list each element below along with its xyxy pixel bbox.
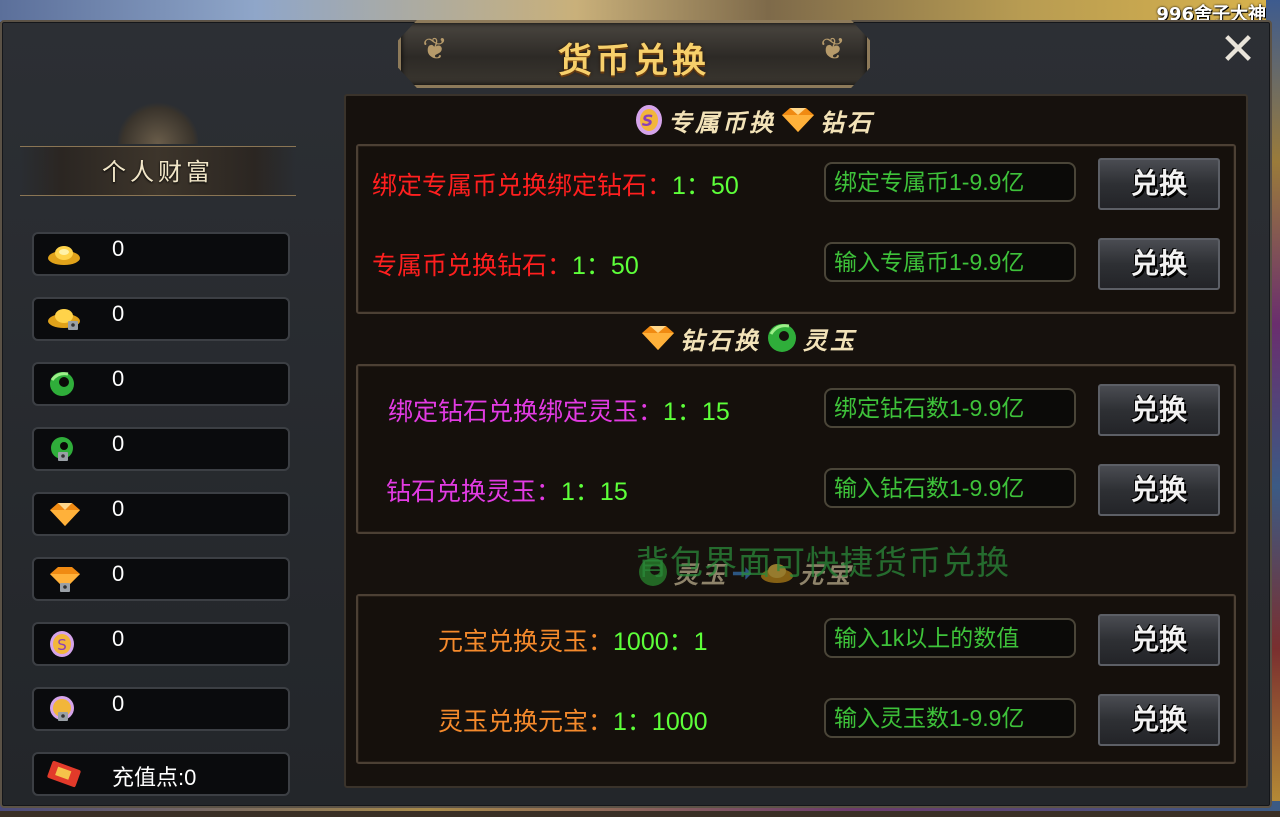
- section-title-to: 钻石: [820, 107, 874, 137]
- diamond-icon: [642, 326, 674, 350]
- amount-input[interactable]: 绑定专属币1-9.9亿: [824, 162, 1076, 202]
- wealth-item-bound-exclusive-coin: 0: [32, 687, 290, 731]
- exchange-row: 元宝兑换灵玉：1000：1 输入1k以上的数值 兑换: [358, 614, 1234, 670]
- wealth-value: 充值点:0: [112, 765, 197, 790]
- exchange-button[interactable]: 兑换: [1098, 384, 1220, 436]
- exchange-button[interactable]: 兑换: [1098, 158, 1220, 210]
- exclusive-coin-icon: S: [50, 631, 74, 657]
- exchange-ratio: 1：50: [672, 172, 739, 200]
- exchange-label: 绑定钻石兑换绑定灵玉：1：15: [388, 398, 730, 426]
- shortcut-hint: 背包界面可快捷货币兑换: [636, 544, 1010, 581]
- amount-input[interactable]: 绑定钻石数1-9.9亿: [824, 388, 1076, 428]
- wealth-value: 0: [112, 431, 125, 456]
- exchange-label: 元宝兑换灵玉：1000：1: [438, 628, 708, 656]
- section-title-to: 灵玉: [803, 325, 857, 355]
- wealth-value: 0: [112, 561, 125, 586]
- wealth-item-exclusive-coin: S 0: [32, 622, 290, 666]
- wealth-emblem-icon: [118, 100, 198, 144]
- exchange-ratio: 1：15: [561, 478, 628, 506]
- exchange-button[interactable]: 兑换: [1098, 464, 1220, 516]
- section-title-diamond-to-jade: 钻石换 灵玉: [640, 318, 857, 358]
- dialog-title: 货币兑换: [558, 41, 710, 81]
- wealth-item-jade: 0: [32, 362, 290, 406]
- diamond-icon: [50, 503, 80, 526]
- close-icon[interactable]: ✕: [1216, 28, 1260, 72]
- section-title-from: 钻石换: [680, 325, 761, 355]
- bound-jade-icon: [51, 437, 73, 461]
- wealth-list: 0 0 0 0 0 0 S 0 0 充值点:0: [32, 232, 290, 817]
- amount-input[interactable]: 输入钻石数1-9.9亿: [824, 468, 1076, 508]
- exchange-row: 灵玉兑换元宝：1：1000 输入灵玉数1-9.9亿 兑换: [358, 694, 1234, 750]
- wealth-item-diamond: 0: [32, 492, 290, 536]
- section-title-from: 专属币换: [668, 107, 776, 137]
- exchange-button[interactable]: 兑换: [1098, 694, 1220, 746]
- exchange-row: 钻石兑换灵玉：1：15 输入钻石数1-9.9亿 兑换: [358, 464, 1234, 520]
- section-title-coin-to-diamond: S 专属币换 钻石: [634, 100, 874, 140]
- wealth-item-bound-diamond: 0: [32, 557, 290, 601]
- amount-input[interactable]: 输入专属币1-9.9亿: [824, 242, 1076, 282]
- svg-text:S: S: [57, 636, 67, 654]
- wealth-item-gold-ingot: 0: [32, 232, 290, 276]
- title-plate: ❦ ❦ 货币兑换: [398, 20, 870, 88]
- exchange-button[interactable]: 兑换: [1098, 238, 1220, 290]
- jade-icon: [768, 324, 796, 352]
- svg-text:S: S: [642, 111, 657, 130]
- exchange-box-coin-to-diamond: 绑定专属币兑换绑定钻石：1：50 绑定专属币1-9.9亿 兑换 专属币兑换钻石：…: [356, 144, 1236, 314]
- recharge-points-icon: [47, 760, 81, 788]
- exchange-row: 专属币兑换钻石：1：50 输入专属币1-9.9亿 兑换: [358, 238, 1234, 294]
- bound-exclusive-coin-icon: [50, 696, 74, 721]
- wealth-title: 个人财富: [102, 158, 214, 186]
- wealth-value: 0: [112, 236, 125, 261]
- exchange-ratio: 1：1000: [613, 708, 708, 736]
- exchange-box-diamond-to-jade: 绑定钻石兑换绑定灵玉：1：15 绑定钻石数1-9.9亿 兑换 钻石兑换灵玉：1：…: [356, 364, 1236, 534]
- exchange-ratio: 1000：1: [613, 628, 708, 656]
- exchange-button[interactable]: 兑换: [1098, 614, 1220, 666]
- wealth-header: 个人财富: [20, 100, 296, 200]
- exchange-ratio: 1：15: [663, 398, 730, 426]
- wealth-item-recharge-points: 充值点:0: [32, 752, 290, 796]
- exchange-ratio: 1：50: [572, 252, 639, 280]
- amount-input[interactable]: 输入1k以上的数值: [824, 618, 1076, 658]
- amount-input[interactable]: 输入灵玉数1-9.9亿: [824, 698, 1076, 738]
- bound-gold-ingot-icon: [48, 309, 80, 330]
- exchange-label: 绑定专属币兑换绑定钻石：1：50: [372, 172, 739, 200]
- exchange-row: 绑定钻石兑换绑定灵玉：1：15 绑定钻石数1-9.9亿 兑换: [358, 384, 1234, 440]
- wealth-value: 0: [112, 496, 125, 521]
- exchange-label: 灵玉兑换元宝：1：1000: [438, 708, 708, 736]
- jade-icon: [50, 372, 74, 396]
- exchange-box-ingot-jade: 元宝兑换灵玉：1000：1 输入1k以上的数值 兑换 灵玉兑换元宝：1：1000…: [356, 594, 1236, 764]
- diamond-icon: [782, 108, 814, 132]
- wealth-item-bound-gold-ingot: 0: [32, 297, 290, 341]
- wealth-value: 0: [112, 366, 125, 391]
- wealth-value: 0: [112, 691, 125, 716]
- exchange-label: 钻石兑换灵玉：1：15: [386, 478, 628, 506]
- exchange-label: 专属币兑换钻石：1：50: [372, 252, 639, 280]
- game-background-top: 996舍子大神: [0, 0, 1280, 25]
- gold-ingot-icon: [48, 246, 80, 265]
- exclusive-coin-icon: S: [636, 105, 662, 135]
- wealth-item-bound-jade: 0: [32, 427, 290, 471]
- wealth-value: 0: [112, 301, 125, 326]
- exchange-row: 绑定专属币兑换绑定钻石：1：50 绑定专属币1-9.9亿 兑换: [358, 158, 1234, 214]
- bound-diamond-icon: [50, 567, 80, 592]
- wealth-value: 0: [112, 626, 125, 651]
